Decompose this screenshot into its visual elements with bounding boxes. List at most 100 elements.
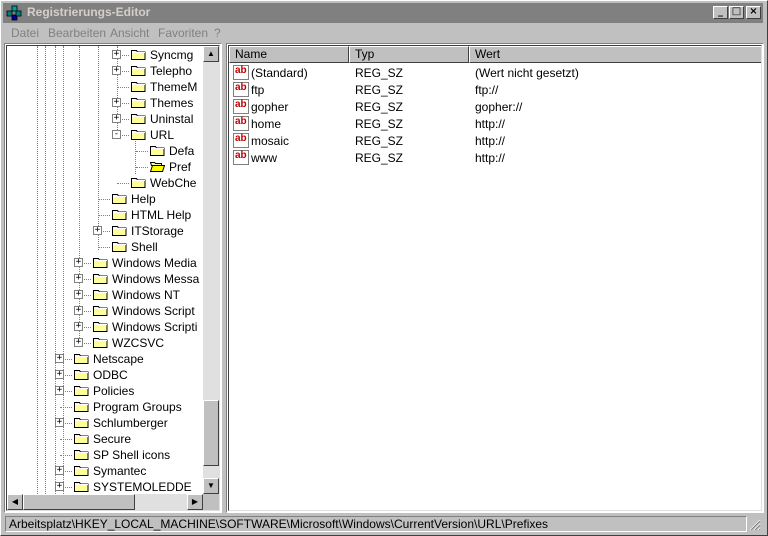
- tree-node[interactable]: Pref: [7, 159, 203, 175]
- tree-branch-line: [98, 199, 110, 200]
- menu-datei[interactable]: Datei: [11, 26, 39, 40]
- expand-icon[interactable]: +: [74, 306, 83, 315]
- collapse-icon[interactable]: -: [112, 130, 121, 139]
- value-row[interactable]: ab www REG_SZ http://: [229, 149, 757, 166]
- folder-icon: [93, 274, 108, 284]
- expand-icon[interactable]: +: [74, 322, 83, 331]
- expand-icon[interactable]: +: [74, 258, 83, 267]
- expand-icon[interactable]: +: [55, 354, 64, 363]
- tree-node[interactable]: + Symantec: [7, 463, 203, 479]
- tree-node[interactable]: WebChe: [7, 175, 203, 191]
- tree-node[interactable]: + WZCSVC: [7, 335, 203, 351]
- expand-icon[interactable]: +: [112, 114, 121, 123]
- tree-node[interactable]: + Themes: [7, 95, 203, 111]
- key-tree[interactable]: + Syncmg + Telepho ThemeM + Themes + Uninstal - UR…: [6, 45, 220, 511]
- string-value-icon: ab: [233, 99, 249, 114]
- string-value-icon-text: ab: [235, 133, 247, 144]
- scroll-right-button[interactable]: ▶: [187, 494, 203, 510]
- tree-node-label: Windows Script: [112, 304, 195, 318]
- registry-editor-window: Registrierungs-Editor _ □ × Datei Bearbe…: [0, 0, 768, 536]
- tree-node[interactable]: + Syncmg: [7, 47, 203, 63]
- tree-node[interactable]: + Schlumberger: [7, 415, 203, 431]
- scroll-thumb[interactable]: [203, 400, 219, 466]
- tree-node[interactable]: + Windows Messa: [7, 271, 203, 287]
- tree-node-label: Help: [131, 192, 156, 206]
- expand-icon[interactable]: +: [55, 466, 64, 475]
- minimize-button[interactable]: _: [713, 6, 728, 19]
- folder-icon: [74, 402, 89, 412]
- tree-node[interactable]: Help: [7, 191, 203, 207]
- expand-icon[interactable]: +: [112, 66, 121, 75]
- maximize-button[interactable]: □: [729, 6, 744, 19]
- expand-icon[interactable]: +: [74, 338, 83, 347]
- tree-node[interactable]: Secure: [7, 431, 203, 447]
- open-folder-icon: [150, 162, 165, 172]
- tree-node[interactable]: SP Shell icons: [7, 447, 203, 463]
- tree-branch-line: [117, 183, 129, 184]
- tree-node[interactable]: ThemeM: [7, 79, 203, 95]
- expand-icon[interactable]: +: [74, 274, 83, 283]
- expand-icon[interactable]: +: [112, 50, 121, 59]
- tree-node[interactable]: + ITStorage: [7, 223, 203, 239]
- tree-node-label: WebChe: [150, 176, 197, 190]
- tree-horizontal-scrollbar[interactable]: ◀ ▶: [7, 494, 203, 510]
- value-row[interactable]: ab gopher REG_SZ gopher://: [229, 98, 757, 115]
- menu-favoriten[interactable]: Favoriten: [158, 26, 208, 40]
- tree-node-label: Windows Media: [112, 256, 197, 270]
- column-header-type[interactable]: Typ: [349, 46, 469, 63]
- column-header-value[interactable]: Wert: [469, 46, 761, 63]
- expand-icon[interactable]: +: [55, 386, 64, 395]
- string-value-icon: ab: [233, 150, 249, 165]
- tree-node[interactable]: + Windows Media: [7, 255, 203, 271]
- title-bar[interactable]: Registrierungs-Editor _ □ ×: [3, 3, 763, 23]
- tree-node[interactable]: + Policies: [7, 383, 203, 399]
- tree-node[interactable]: Defa: [7, 143, 203, 159]
- expand-icon[interactable]: +: [93, 226, 102, 235]
- value-row[interactable]: ab ftp REG_SZ ftp://: [229, 81, 757, 98]
- value-data: http://: [475, 151, 506, 165]
- value-type: REG_SZ: [355, 134, 404, 148]
- value-row[interactable]: ab (Standard) REG_SZ (Wert nicht gesetzt): [229, 64, 757, 81]
- tree-node[interactable]: + Telepho: [7, 63, 203, 79]
- tree-node[interactable]: + Netscape: [7, 351, 203, 367]
- resize-grip-icon[interactable]: [749, 519, 761, 531]
- expand-icon[interactable]: +: [55, 418, 64, 427]
- close-button[interactable]: ×: [746, 6, 761, 19]
- expand-icon[interactable]: +: [55, 482, 64, 491]
- value-row[interactable]: ab mosaic REG_SZ http://: [229, 132, 757, 149]
- horizontal-scroll-thumb[interactable]: [23, 494, 135, 510]
- tree-vertical-scrollbar[interactable]: ▲ ▼: [203, 46, 219, 494]
- tree-node[interactable]: HTML Help: [7, 207, 203, 223]
- menu-ansicht[interactable]: Ansicht: [110, 26, 149, 40]
- tree-node[interactable]: + ODBC: [7, 367, 203, 383]
- value-row[interactable]: ab home REG_SZ http://: [229, 115, 757, 132]
- tree-node[interactable]: + Uninstal: [7, 111, 203, 127]
- expand-icon[interactable]: +: [55, 370, 64, 379]
- tree-node[interactable]: Shell: [7, 239, 203, 255]
- scroll-up-button[interactable]: ▲: [203, 46, 219, 62]
- tree-node[interactable]: Program Groups: [7, 399, 203, 415]
- tree-node[interactable]: + Windows NT: [7, 287, 203, 303]
- scroll-corner: [203, 494, 219, 510]
- values-list[interactable]: Name Typ Wert ab (Standard) REG_SZ (Wert ni…: [228, 45, 762, 511]
- tree-node[interactable]: + Windows Scripti: [7, 319, 203, 335]
- tree-node[interactable]: - URL: [7, 127, 203, 143]
- scroll-left-button[interactable]: ◀: [7, 494, 23, 510]
- tree-node[interactable]: + Windows Script: [7, 303, 203, 319]
- tree-branch-line: [136, 151, 148, 152]
- value-data: ftp://: [475, 83, 499, 97]
- scroll-down-button[interactable]: ▼: [203, 478, 219, 494]
- folder-icon: [74, 370, 89, 380]
- tree-node-label: Telepho: [150, 64, 193, 78]
- column-header-name[interactable]: Name: [229, 46, 349, 63]
- tree-node-label: ODBC: [93, 368, 128, 382]
- tree-node[interactable]: + SYSTEMOLEDDE: [7, 479, 203, 495]
- values-pane: Name Typ Wert ab (Standard) REG_SZ (Wert ni…: [226, 43, 764, 513]
- tree-node-label: Program Groups: [93, 400, 182, 414]
- expand-icon[interactable]: +: [74, 290, 83, 299]
- menu-bearbeiten[interactable]: Bearbeiten: [48, 26, 106, 40]
- expand-icon[interactable]: +: [112, 98, 121, 107]
- menu-help[interactable]: ?: [214, 26, 221, 40]
- folder-icon: [131, 114, 146, 124]
- string-value-icon-text: ab: [235, 82, 247, 93]
